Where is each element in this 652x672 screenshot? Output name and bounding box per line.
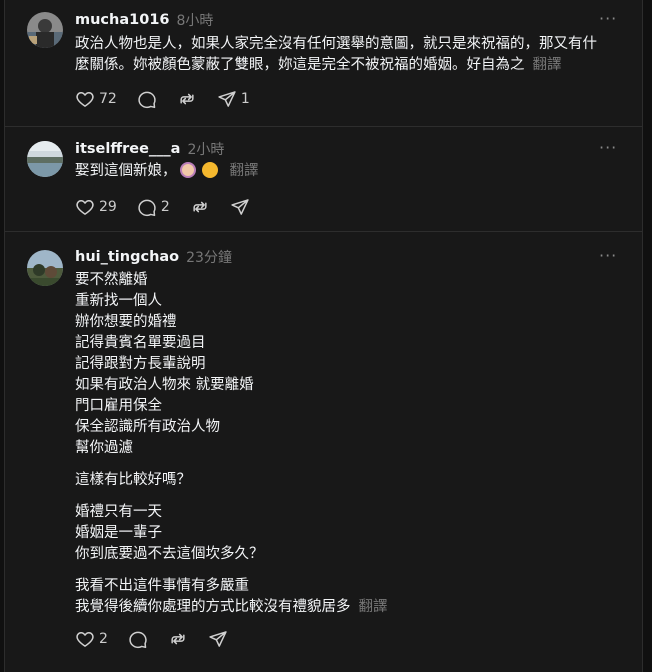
heart-icon	[76, 632, 94, 647]
text-line: 如果有政治人物來 就要離婚	[75, 377, 254, 393]
repost-icon	[193, 201, 207, 213]
avatar[interactable]	[27, 250, 63, 286]
comment-icon	[138, 199, 156, 217]
post-header: mucha1016 8小時	[75, 10, 213, 30]
facepalm-emoji	[179, 162, 196, 178]
like-button[interactable]: 2	[75, 629, 108, 649]
text-line: 娶到這個新娘， 翻譯	[75, 162, 259, 179]
text-line: 婚姻是一輩子	[75, 525, 162, 541]
feed-panel: mucha1016 8小時 ··· 政治人物也是人，如果人家完全沒有任何選舉的意…	[4, 0, 643, 672]
text-line: 我看不出這件事情有多嚴重	[75, 578, 249, 594]
post-header: hui_tingchao 23分鐘	[75, 247, 232, 267]
text-line: 我覺得後續你處理的方式比較沒有禮貌居多 翻譯	[75, 599, 388, 615]
translate-link[interactable]: 翻譯	[230, 163, 259, 179]
avatar[interactable]	[27, 141, 63, 177]
avatar-image	[27, 12, 63, 48]
username[interactable]: itselffree___a	[75, 141, 180, 157]
post-header: itselffree___a 2小時	[75, 139, 224, 159]
text-line: 辦你想要的婚禮	[75, 314, 177, 330]
post-text: 娶到這個新娘， 翻譯	[75, 161, 623, 182]
heart-icon	[76, 92, 94, 107]
text-line: 保全認識所有政治人物	[75, 419, 220, 435]
avatar-image	[27, 141, 63, 177]
share-icon	[218, 91, 236, 107]
text-line: 你到底要過不去這個坎多久？	[75, 546, 264, 562]
repost-button[interactable]	[190, 197, 210, 217]
comment-icon	[138, 91, 156, 109]
timestamp[interactable]: 2小時	[187, 139, 224, 159]
share-icon	[231, 199, 249, 215]
text-line: 政治人物也是人，如果人家完全沒有任何選舉的意圖，就只是來祝福的，那又有什	[75, 36, 597, 52]
post-text: 要不然離婚 重新找一個人 辦你想要的婚禮 記得貴賓名單要過目 記得跟對方長輩說明…	[75, 270, 623, 618]
share-icon	[209, 631, 227, 647]
comment-icon	[129, 631, 147, 649]
more-icon[interactable]: ···	[599, 138, 617, 157]
text-line: 幫你過濾	[75, 440, 133, 456]
action-bar: 29 2	[75, 197, 270, 217]
text-line: 這樣有比較好嗎？	[75, 472, 191, 488]
repost-button[interactable]	[168, 629, 188, 649]
username[interactable]: hui_tingchao	[75, 249, 179, 265]
like-button[interactable]: 29	[75, 197, 117, 217]
share-button[interactable]	[230, 197, 250, 217]
avatar-image	[27, 250, 63, 286]
avatar[interactable]	[27, 12, 63, 48]
text-line: 重新找一個人	[75, 293, 162, 309]
post-divider	[5, 231, 642, 232]
text-line: 記得跟對方長輩說明	[75, 356, 206, 372]
like-count: 72	[99, 91, 117, 107]
text-line: 麼關係。妳被顏色蒙蔽了雙眼，妳這是完全不被祝福的婚姻。好自為之 翻譯	[75, 57, 562, 73]
heart-icon	[76, 200, 94, 215]
comment-button[interactable]	[137, 89, 157, 109]
text-line: 婚禮只有一天	[75, 504, 162, 520]
like-count: 2	[99, 631, 108, 647]
comment-count: 2	[160, 199, 170, 215]
username[interactable]: mucha1016	[75, 12, 170, 28]
more-icon[interactable]: ···	[599, 246, 617, 265]
more-icon[interactable]: ···	[599, 9, 617, 28]
timestamp[interactable]: 8小時	[177, 10, 214, 30]
action-bar: 2	[75, 629, 248, 649]
action-bar: 72 1	[75, 89, 270, 109]
repost-icon	[171, 633, 185, 645]
like-count: 29	[99, 199, 117, 215]
comment-button[interactable]	[128, 629, 148, 649]
text-line: 記得貴賓名單要過目	[75, 335, 206, 351]
translate-link[interactable]: 翻譯	[533, 57, 562, 73]
share-button[interactable]	[208, 629, 228, 649]
timestamp[interactable]: 23分鐘	[186, 247, 232, 267]
share-button[interactable]: 1	[217, 89, 250, 109]
pleading-emoji	[201, 162, 218, 178]
text-line: 門口雇用保全	[75, 398, 162, 414]
repost-button[interactable]	[177, 89, 197, 109]
like-button[interactable]: 72	[75, 89, 117, 109]
text-line: 要不然離婚	[75, 272, 148, 288]
comment-button[interactable]: 2	[137, 197, 170, 217]
post-text: 政治人物也是人，如果人家完全沒有任何選舉的意圖，就只是來祝福的，那又有什 麼關係…	[75, 34, 623, 76]
share-count: 1	[240, 91, 250, 107]
post-divider	[5, 126, 642, 127]
translate-link[interactable]: 翻譯	[359, 599, 388, 615]
repost-icon	[180, 93, 194, 105]
